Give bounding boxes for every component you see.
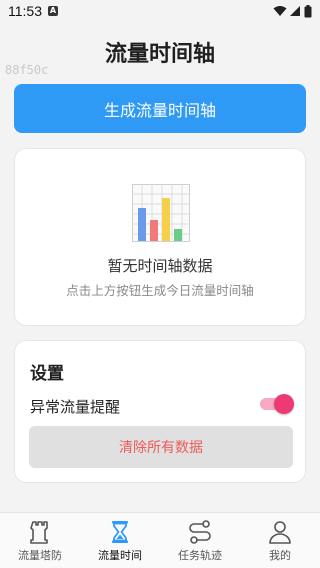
nav-item-task-track[interactable]: 任务轨迹: [160, 513, 240, 568]
settings-title: 设置: [30, 364, 64, 384]
route-icon: [189, 520, 211, 544]
debug-tag: 88f50c: [5, 63, 49, 77]
settings-card: 设置 异常流量提醒 清除所有数据: [14, 340, 306, 483]
nav-label-task-track: 任务轨迹: [178, 549, 222, 562]
generate-timeline-button[interactable]: 生成流量时间轴: [14, 84, 306, 133]
status-right: [273, 4, 312, 18]
abnormal-alert-label: 异常流量提醒: [30, 398, 121, 416]
abnormal-alert-toggle[interactable]: [258, 394, 294, 414]
nav-label-traffic-time: 流量时间: [98, 549, 142, 562]
notification-icon: A: [48, 6, 58, 16]
status-time: 11:53: [8, 3, 42, 19]
empty-state-subtitle: 点击上方按钮生成今日流量时间轴: [66, 283, 254, 298]
nav-item-tower-defense[interactable]: 流量塔防: [0, 513, 80, 568]
status-bar: 11:53 A: [0, 0, 320, 22]
toggle-knob: [274, 394, 294, 414]
bottom-nav: 流量塔防 流量时间 任务轨迹 我的: [0, 512, 320, 568]
nav-label-profile: 我的: [269, 549, 291, 562]
empty-state-title: 暂无时间轴数据: [107, 257, 213, 275]
battery-icon: [304, 4, 312, 17]
hourglass-icon: [112, 521, 128, 543]
nav-item-traffic-time[interactable]: 流量时间: [80, 513, 160, 568]
nav-item-profile[interactable]: 我的: [240, 513, 320, 568]
status-left: 11:53 A: [8, 3, 58, 19]
signal-icon: [290, 6, 300, 16]
empty-state-card: 暂无时间轴数据 点击上方按钮生成今日流量时间轴: [14, 148, 306, 326]
person-icon: [269, 521, 291, 544]
nav-label-tower-defense: 流量塔防: [18, 549, 62, 562]
bar-chart-icon: [132, 184, 190, 242]
tower-icon: [30, 521, 48, 544]
wifi-icon: [273, 6, 287, 16]
clear-all-data-button[interactable]: 清除所有数据: [29, 426, 293, 468]
